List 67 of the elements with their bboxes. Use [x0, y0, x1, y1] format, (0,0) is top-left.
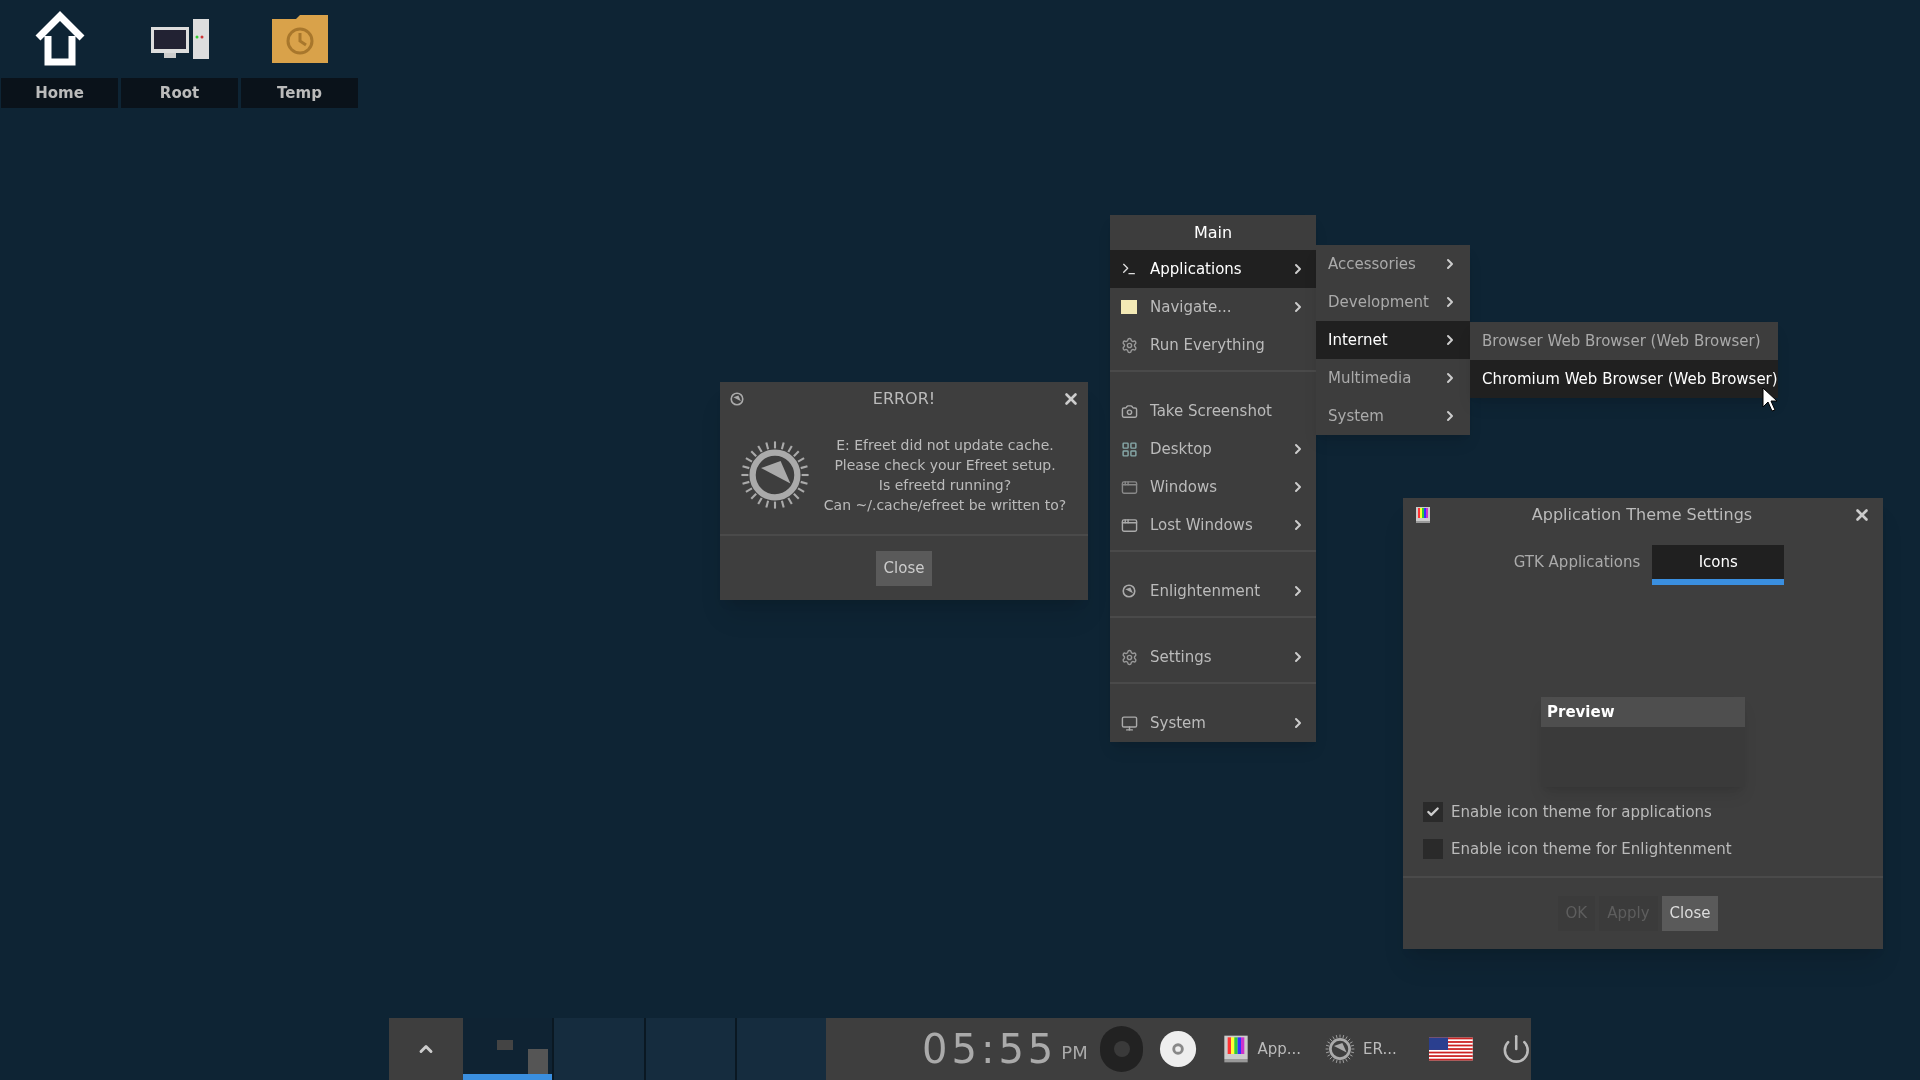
desktop-grid-icon [1120, 440, 1138, 458]
terminal-icon [1121, 261, 1137, 277]
home-icon [33, 10, 86, 68]
settings-icon [1120, 648, 1138, 666]
window-icon [1120, 516, 1138, 534]
desktop-icon-label[interactable]: Root [121, 78, 238, 108]
enlightenment-icon [1325, 1034, 1356, 1064]
menu-item[interactable]: Desktop [1110, 430, 1316, 468]
camera-icon [1120, 402, 1138, 420]
monitor-icon [1120, 714, 1138, 732]
computer-icon [148, 17, 211, 61]
theme-icon [1415, 506, 1431, 524]
dialog-button[interactable]: Close [1661, 896, 1719, 931]
theme-icon [1221, 1034, 1250, 1064]
checkbox-label: Enable icon theme for Enlightenment [1451, 838, 1732, 860]
pager-desk[interactable] [463, 1018, 553, 1080]
gear-icon [1120, 336, 1138, 354]
cd-icon[interactable] [1159, 1029, 1198, 1069]
us-flag-icon[interactable] [1428, 1037, 1473, 1061]
menu-item[interactable]: Multimedia [1316, 359, 1470, 397]
menu-item[interactable]: Enlightenment [1110, 572, 1316, 610]
error-message: E: Efreet did not update cache. [836, 436, 1054, 455]
menu-item[interactable]: Lost Windows [1110, 506, 1316, 544]
menu-title: Main [1192, 221, 1234, 244]
checkbox[interactable] [1423, 802, 1443, 823]
menu-item[interactable]: System [1316, 397, 1470, 435]
menu-item[interactable]: Navigate... [1110, 288, 1316, 326]
tab[interactable]: Icons [1652, 545, 1785, 585]
folder-icon [1121, 300, 1137, 314]
clock-time: 05:55 [922, 1029, 1058, 1069]
enlightenment-icon [728, 390, 746, 408]
clock-folder-icon [269, 13, 330, 65]
taskbar-task[interactable]: App... [1221, 1034, 1302, 1064]
dialog-title: ERROR! [871, 388, 937, 410]
close-icon[interactable] [1853, 506, 1871, 524]
taskbar-task[interactable]: ER... [1325, 1034, 1397, 1064]
clock-ampm: PM [1061, 1041, 1088, 1065]
error-message: Can ~/.cache/efreet be written to? [823, 496, 1067, 515]
checkbox-label: Enable icon theme for applications [1451, 802, 1712, 823]
mini-window-icon [528, 1049, 548, 1074]
dialog-title: Application Theme Settings [1530, 504, 1754, 526]
window-icon [1120, 478, 1138, 496]
task-label: App... [1257, 1038, 1302, 1060]
menu-item[interactable]: Windows [1110, 468, 1316, 506]
task-label: ER... [1363, 1038, 1397, 1060]
menu-item[interactable]: Browser Web Browser (Web Browser) [1470, 322, 1778, 360]
error-message: Is efreetd running? [878, 476, 1012, 495]
menu-item[interactable]: Chromium Web Browser (Web Browser) [1470, 360, 1778, 398]
menu-item[interactable]: System [1110, 704, 1316, 742]
menu-item[interactable]: Internet [1316, 321, 1470, 359]
menu-item[interactable]: Take Screenshot [1110, 392, 1316, 430]
mouse-cursor-icon [1762, 387, 1778, 413]
menu-item[interactable]: Run Everything [1110, 326, 1316, 364]
desktop-icon-label[interactable]: Home [1, 78, 118, 108]
menu-item[interactable]: Settings [1110, 638, 1316, 676]
close-button[interactable]: Close [875, 550, 933, 586]
error-message: Please check your Efreet setup. [834, 456, 1056, 475]
menu-item[interactable]: Development [1316, 283, 1470, 321]
enlightenment-logo-icon [740, 440, 810, 510]
tab[interactable]: GTK Applications [1501, 545, 1653, 585]
enlightenment-icon [1120, 582, 1138, 600]
menu-item[interactable]: Accessories [1316, 245, 1470, 283]
preview-title: Preview [1541, 697, 1745, 727]
mini-window-icon [497, 1040, 513, 1050]
menu-item[interactable]: Applications [1110, 250, 1316, 288]
desktop-icon-label[interactable]: Temp [241, 78, 358, 108]
close-icon[interactable] [1062, 390, 1080, 408]
